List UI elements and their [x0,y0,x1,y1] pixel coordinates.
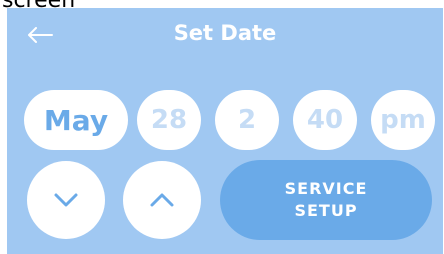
set-date-panel: Set Date May 28 2 40 pm SERVICE SETUP [7,8,443,254]
chevron-down-icon [54,193,78,207]
service-setup-label-line1: SERVICE [284,179,368,198]
chevron-up-icon [150,193,174,207]
service-setup-button[interactable]: SERVICE SETUP [220,160,432,240]
minute-selector[interactable]: 40 [293,90,357,150]
month-selector[interactable]: May [24,90,128,150]
day-selector[interactable]: 28 [137,90,201,150]
increment-button[interactable] [123,161,201,239]
service-setup-label-line2: SETUP [294,201,358,220]
decrement-button[interactable] [27,161,105,239]
hour-selector[interactable]: 2 [215,90,279,150]
am-pm-selector[interactable]: pm [371,90,435,150]
page-title: Set Date [173,21,277,45]
